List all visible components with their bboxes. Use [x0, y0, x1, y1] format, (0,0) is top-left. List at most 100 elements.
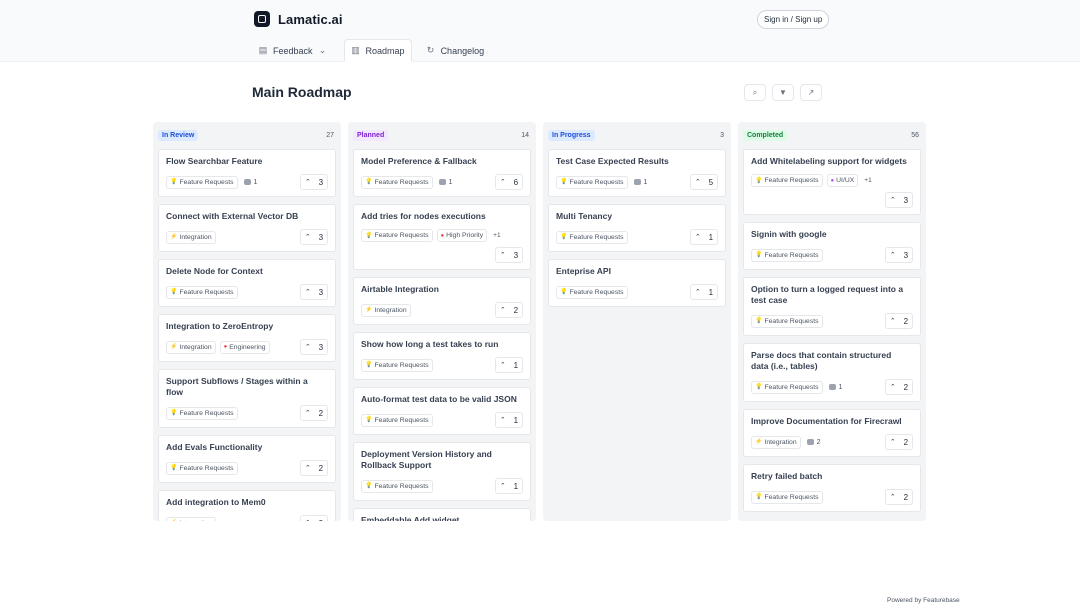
nav-changelog[interactable]: ↻ Changelog — [420, 39, 491, 62]
signin-button[interactable]: Sign in / Sign up — [757, 10, 830, 29]
upvote-button[interactable]: ⌃ 1 — [495, 478, 523, 494]
roadmap-card[interactable]: Airtable Integration ⚡ Integration ⌃ 2 — [353, 277, 531, 325]
roadmap-card[interactable]: Integration to ZeroEntropy ⚡ Integration ● E… — [158, 314, 336, 362]
column-count: 56 — [911, 131, 919, 139]
roadmap-card[interactable]: Signin with google 💡 Feature Requests ⌃ 3 — [743, 222, 921, 270]
category-tag[interactable]: 💡 Feature Requests — [166, 461, 238, 475]
roadmap-card[interactable]: Flow Searchbar Feature 💡 Feature Requests 1… — [158, 149, 336, 197]
card-title: Embeddable Add widget — [361, 515, 460, 521]
card-title: Test Case Expected Results — [556, 156, 669, 166]
upvote-button[interactable]: ⌃ 3 — [300, 284, 328, 300]
category-tag[interactable]: ● High Priority — [436, 229, 488, 242]
search-button[interactable]: ⌕ — [744, 84, 766, 101]
category-tag[interactable]: 💡 Feature Requests — [361, 413, 433, 427]
nav-feedback[interactable]: ▤ Feedback ⌄ — [252, 39, 334, 62]
vote-count: 2 — [318, 408, 324, 418]
status-badge: Completed — [743, 129, 788, 141]
comment-count-value: 1 — [643, 178, 648, 186]
roadmap-card[interactable]: Option to turn a logged request into a t… — [743, 277, 921, 336]
roadmap-card[interactable]: Embeddable Add widget💡Feature Requests⌃1 — [353, 508, 531, 521]
roadmap-card[interactable]: Retry failed batch 💡 Feature Requests ⌃ 2 — [743, 464, 921, 512]
category-tag[interactable]: 💡 Feature Requests — [361, 358, 433, 372]
upvote-button[interactable]: ⌃ 3 — [300, 339, 328, 355]
category-tag[interactable]: 💡 Feature Requests — [166, 175, 238, 189]
category-tag[interactable]: ⚡Integration — [166, 516, 216, 521]
upvote-button[interactable]: ⌃ 3 — [885, 192, 913, 208]
upvote-button[interactable]: ⌃2 — [885, 434, 913, 450]
tag-list: 💡 Feature Requests — [751, 490, 823, 504]
roadmap-card[interactable]: Model Preference & Fallback 💡 Feature Requ… — [353, 149, 531, 197]
roadmap-card[interactable]: Add tries for nodes executions 💡 Feature R… — [353, 204, 531, 270]
tag-list: ⚡ Integration 2 — [751, 435, 821, 449]
filter-button[interactable]: ▼ — [772, 84, 794, 101]
upvote-button[interactable]: ⌃ 1 — [690, 229, 718, 245]
chevron-up-icon: ⌃ — [499, 362, 506, 369]
sort-button[interactable]: ↗ — [800, 84, 822, 101]
card-footer: 💡 Feature Requests ⌃ 3 — [751, 247, 913, 263]
card-title: Delete Node for Context — [166, 266, 263, 276]
category-tag[interactable]: 💡 Feature Requests — [751, 314, 823, 328]
category-tag[interactable]: 💡 Feature Requests — [166, 406, 238, 420]
roadmap-card[interactable]: Deployment Version History and Rollback … — [353, 442, 531, 501]
category-tag[interactable]: ● Engineering — [219, 340, 270, 354]
upvote-button[interactable]: ⌃ 1 — [495, 357, 523, 373]
category-tag[interactable]: ⚡Integration — [361, 303, 411, 317]
upvote-button[interactable]: ⌃ 1 — [495, 412, 523, 428]
category-tag[interactable]: ⚡Integration — [751, 435, 801, 449]
category-tag[interactable]: 💡 Feature Requests — [166, 285, 238, 299]
category-tag[interactable]: 💡 Feature Requests — [361, 229, 433, 242]
upvote-button[interactable]: ⌃ 5 — [690, 174, 718, 190]
roadmap-card[interactable]: Test Case Expected Results 💡 Feature Reque… — [548, 149, 726, 197]
category-tag[interactable]: 💡 Feature Requests — [751, 380, 823, 394]
roadmap-card[interactable]: Improve Documentation for Firecrawl ⚡ Inte… — [743, 409, 921, 457]
roadmap-card[interactable]: Parse docs that contain structured data … — [743, 343, 921, 402]
card-title: Model Preference & Fallback — [361, 156, 477, 166]
card-footer: 💡 Feature Requests ● High Priority +1 ⌃ 3 — [361, 229, 523, 263]
category-tag[interactable]: 💡 Feature Requests — [556, 230, 628, 244]
category-tag[interactable]: ⚡Integration — [166, 340, 216, 354]
roadmap-card[interactable]: Add integration to Mem0⚡Integration⌃2 — [158, 490, 336, 521]
brand-logo[interactable]: Lamatic.ai — [254, 11, 343, 27]
card-title: Flow Searchbar Feature — [166, 156, 263, 166]
upvote-button[interactable]: ⌃ 3 — [885, 247, 913, 263]
roadmap-card[interactable]: Enteprise API 💡 Feature Requests ⌃ 1 — [548, 259, 726, 307]
comment-count-value: 1 — [253, 178, 258, 186]
category-tag[interactable]: 💡 Feature Requests — [361, 175, 433, 189]
roadmap-card[interactable]: Show how long a test takes to run 💡 Featur… — [353, 332, 531, 380]
powered-by-link[interactable]: Powered by Featurebase — [887, 597, 960, 604]
upvote-button[interactable]: ⌃2 — [300, 460, 328, 476]
roadmap-card[interactable]: Multi Tenancy 💡 Feature Requests ⌃ 1 — [548, 204, 726, 252]
tag-list: 💡 Feature Requests — [361, 358, 433, 372]
upvote-button[interactable]: ⌃ 3 — [300, 229, 328, 245]
tag-icon: ⚡ — [755, 439, 763, 445]
category-tag[interactable]: ● UI/UX — [826, 174, 859, 187]
roadmap-card[interactable]: Add Evals Functionality 💡 Feature Requests… — [158, 435, 336, 483]
upvote-button[interactable]: ⌃2 — [300, 515, 328, 521]
upvote-button[interactable]: ⌃2 — [885, 379, 913, 395]
column-header: Planned 14 — [353, 127, 531, 143]
upvote-button[interactable]: ⌃ 6 — [495, 174, 523, 190]
category-tag[interactable]: 💡 Feature Requests — [361, 479, 433, 493]
roadmap-card[interactable]: Support Subflows / Stages within a flow 💡… — [158, 369, 336, 428]
category-tag[interactable]: 💡 Feature Requests — [751, 490, 823, 504]
upvote-button[interactable]: ⌃ 1 — [690, 284, 718, 300]
nav-roadmap[interactable]: ▥ Roadmap — [343, 39, 412, 62]
category-tag[interactable]: 💡 Feature Requests — [751, 248, 823, 262]
roadmap-card[interactable]: Connect with External Vector DB ⚡ Integrat… — [158, 204, 336, 252]
category-tag[interactable]: 💡 Feature Requests — [556, 285, 628, 299]
upvote-button[interactable]: ⌃ 3 — [300, 174, 328, 190]
category-tag[interactable]: 💡 Feature Requests — [556, 175, 628, 189]
trending-icon: ↗ — [807, 88, 815, 97]
category-tag[interactable]: 💡 Feature Requests — [751, 174, 823, 187]
category-tag[interactable]: ⚡Integration — [166, 230, 216, 244]
upvote-button[interactable]: ⌃2 — [495, 302, 523, 318]
upvote-button[interactable]: ⌃2 — [300, 405, 328, 421]
chevron-up-icon: ⌃ — [889, 197, 896, 204]
roadmap-card[interactable]: Auto-format test data to be valid JSON 💡 F… — [353, 387, 531, 435]
upvote-button[interactable]: ⌃2 — [885, 489, 913, 505]
roadmap-card[interactable]: Add Whitelabeling support for widgets 💡 Fe… — [743, 149, 921, 215]
roadmap-card[interactable]: Delete Node for Context 💡 Feature Requests… — [158, 259, 336, 307]
upvote-button[interactable]: ⌃ 3 — [495, 247, 523, 263]
vote-count: 2 — [903, 437, 909, 447]
upvote-button[interactable]: ⌃2 — [885, 313, 913, 329]
